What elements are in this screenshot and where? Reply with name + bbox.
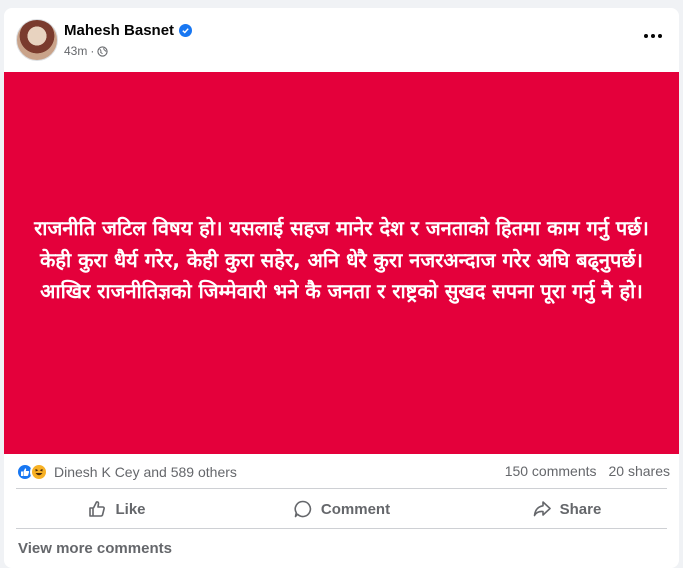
shares-count[interactable]: 20 shares: [609, 463, 670, 479]
comment-label: Comment: [320, 500, 391, 518]
author-name[interactable]: Mahesh Basnet: [64, 22, 174, 39]
author-row: Mahesh Basnet: [64, 22, 193, 39]
comments-count[interactable]: 150 comments: [505, 463, 597, 479]
more-options-icon[interactable]: [641, 30, 665, 42]
like-label: Like: [115, 500, 146, 518]
thumbs-up-icon: [89, 501, 106, 517]
reactions-summary[interactable]: Dinesh K Cey and 589 others: [16, 463, 237, 481]
avatar[interactable]: [16, 19, 58, 61]
divider: [16, 488, 667, 489]
post-stats: Dinesh K Cey and 589 others 150 comments…: [4, 454, 679, 488]
engagement-counts: 150 comments 20 shares: [505, 463, 670, 479]
action-bar: Like Comment Share: [4, 490, 679, 528]
comment-icon: [294, 500, 312, 518]
reaction-names[interactable]: Dinesh K Cey and 589 others: [54, 464, 237, 480]
share-button[interactable]: Share: [454, 490, 679, 528]
share-label: Share: [559, 500, 602, 518]
view-more-comments[interactable]: View more comments: [18, 540, 172, 557]
like-button[interactable]: Like: [4, 490, 229, 528]
haha-reaction-icon: [30, 463, 48, 481]
post-image-text: राजनीति जटिल विषय हो। यसलाई सहज मानेर दे…: [34, 216, 649, 304]
post-meta: 43m ·: [64, 44, 108, 58]
post-image[interactable]: राजनीति जटिल विषय हो। यसलाई सहज मानेर दे…: [4, 72, 679, 454]
meta-separator: ·: [90, 44, 95, 58]
verified-icon: [179, 24, 193, 37]
share-icon: [533, 501, 551, 517]
post-time[interactable]: 43m: [64, 44, 87, 58]
globe-icon: [97, 45, 108, 57]
post-header: Mahesh Basnet 43m ·: [4, 8, 679, 72]
divider: [16, 528, 667, 529]
comment-button[interactable]: Comment: [229, 490, 454, 528]
post-card: Mahesh Basnet 43m · राजनीति जटिल विषय हो…: [4, 8, 679, 568]
